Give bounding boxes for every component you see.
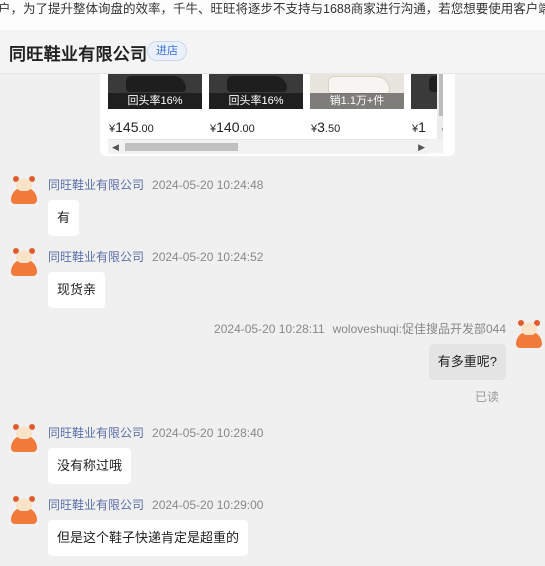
chevron-right-icon[interactable]: ▶ (418, 140, 425, 154)
message-time: 2024-05-20 10:28:40 (152, 426, 264, 440)
product-list: 回头率16% ¥145.00 回头率16% ¥140.00 销1.1万+件 ¥3… (108, 74, 443, 142)
sender-name: 同旺鞋业有限公司 (48, 426, 145, 440)
message-bubble[interactable]: 现货亲 (48, 272, 106, 308)
message-bubble[interactable]: 但是这个鞋子快递肯定是超重的 (48, 520, 249, 556)
message-meta: 同旺鞋业有限公司 2024-05-20 10:29:00 (48, 496, 263, 513)
product-image[interactable]: 销1.1万+件 (310, 74, 404, 109)
message-meta: 2024-05-20 10:28:11 woloveshuqi:促佳搜品开发部04… (214, 320, 506, 337)
avatar-icon[interactable] (10, 248, 38, 276)
shop-name[interactable]: 同旺鞋业有限公司 (9, 40, 147, 65)
product-tag: 回头率16% (209, 93, 303, 109)
scroll-thumb[interactable] (439, 74, 443, 116)
product-item[interactable]: 回头率16% ¥140.00 (209, 74, 303, 142)
product-item[interactable]: 回头率16% ¥145.00 (108, 74, 202, 142)
scroll-thumb[interactable] (125, 143, 238, 151)
scrollbar-corner (429, 139, 443, 153)
product-image[interactable]: 回头率16% (108, 74, 202, 109)
product-price: ¥145.00 (109, 119, 154, 135)
notice-banner: 户，为了提升整体询盘的效率，千牛、旺旺将逐步不支持与1688商家进行沟通，若您想… (0, 0, 545, 31)
chevron-down-icon[interactable]: ▼ (440, 126, 443, 135)
product-price: ¥3.50 (311, 119, 341, 135)
message-bubble[interactable]: 有多重呢? (428, 344, 506, 380)
sender-name: 同旺鞋业有限公司 (48, 498, 145, 512)
avatar-icon[interactable] (10, 496, 38, 524)
product-tag: 回头率16% (108, 93, 202, 109)
product-card: 回头率16% ¥145.00 回头率16% ¥140.00 销1.1万+件 ¥3… (100, 74, 455, 156)
product-price: ¥1 (412, 119, 426, 135)
chevron-left-icon[interactable]: ◀ (112, 140, 119, 154)
sender-name: 同旺鞋业有限公司 (48, 178, 145, 192)
message-bubble[interactable]: 有 (48, 200, 80, 236)
message-meta: 同旺鞋业有限公司 2024-05-20 10:24:52 (48, 248, 263, 265)
avatar-icon[interactable] (10, 424, 38, 452)
vertical-scrollbar[interactable]: ▼ (437, 74, 443, 142)
message-time: 2024-05-20 10:24:48 (152, 178, 264, 192)
avatar-icon[interactable] (515, 320, 543, 348)
notice-text: 户，为了提升整体询盘的效率，千牛、旺旺将逐步不支持与1688商家进行沟通，若您想… (0, 2, 545, 16)
message-meta: 同旺鞋业有限公司 2024-05-20 10:28:40 (48, 424, 263, 441)
enter-shop-button[interactable]: 进店 (147, 41, 187, 61)
product-item[interactable]: 销1.1万+件 ¥3.50 (310, 74, 404, 142)
message-time: 2024-05-20 10:24:52 (152, 250, 264, 264)
chat-header: 同旺鞋业有限公司 进店 (0, 30, 545, 74)
message-time: 2024-05-20 10:29:00 (152, 498, 264, 512)
avatar-icon[interactable] (10, 176, 38, 204)
read-status: 已读 (474, 390, 499, 404)
message-bubble[interactable]: 没有称过哦 (48, 448, 132, 484)
sender-name: woloveshuqi:促佳搜品开发部044 (332, 322, 506, 336)
product-tag: 销1.1万+件 (310, 93, 404, 109)
message-time: 2024-05-20 10:28:11 (214, 322, 325, 336)
sender-name: 同旺鞋业有限公司 (48, 250, 145, 264)
product-price: ¥140.00 (210, 119, 255, 135)
product-image[interactable]: 回头率16% (209, 74, 303, 109)
horizontal-scrollbar[interactable]: ◀ ▶ (108, 139, 429, 154)
message-meta: 同旺鞋业有限公司 2024-05-20 10:24:48 (48, 176, 263, 193)
